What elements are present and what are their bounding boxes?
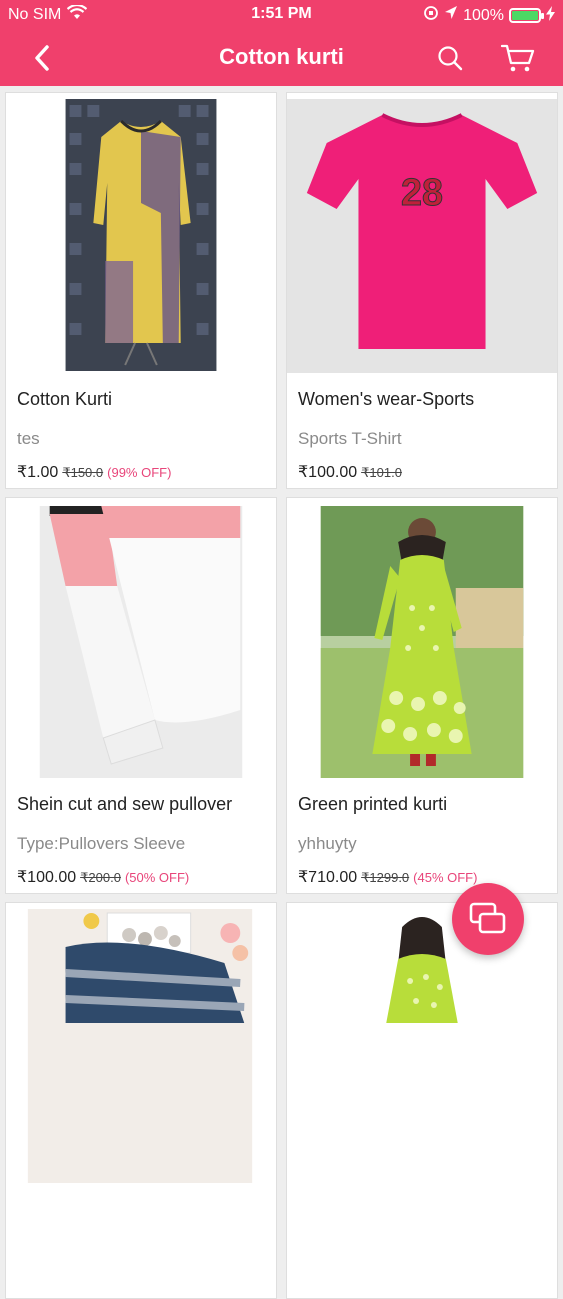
top-bar: No SIM 1:51 PM 100% Cotton kurti — [0, 0, 563, 86]
product-card[interactable]: Shein cut and sew pullover Type:Pullover… — [5, 497, 277, 894]
product-name: Women's wear-Sports — [298, 389, 475, 409]
product-image — [6, 903, 276, 1183]
product-mrp: ₹1299.0 — [361, 870, 410, 885]
back-button[interactable] — [22, 38, 62, 78]
price-row: ₹710.00 ₹1299.0 (45% OFF) — [298, 867, 477, 887]
charging-icon — [546, 5, 555, 26]
product-name: Shein cut and sew pullover — [17, 794, 233, 814]
product-mrp: ₹101.0 — [361, 465, 402, 480]
page-title: Cotton kurti — [219, 44, 344, 69]
product-price: ₹1.00 — [17, 464, 59, 481]
cart-button[interactable] — [496, 38, 540, 78]
svg-text:28: 28 — [401, 172, 443, 214]
product-price: ₹100.00 — [298, 464, 358, 481]
product-discount: (45% OFF) — [413, 870, 478, 885]
chat-fab-button[interactable] — [452, 883, 524, 955]
product-card[interactable] — [286, 902, 558, 1299]
battery-percent: 100% — [463, 6, 504, 24]
product-image — [287, 903, 557, 1183]
product-card[interactable]: Green printed kurti yhhuyty ₹710.00 ₹129… — [286, 497, 558, 894]
location-icon — [444, 5, 458, 26]
status-right: 100% — [423, 5, 555, 26]
price-row: ₹100.00 ₹200.0 (50% OFF) — [17, 867, 189, 887]
product-image — [6, 93, 276, 373]
product-card[interactable]: 28 Women's wear-Sports Sports T-Shirt ₹1… — [286, 92, 558, 489]
product-grid: Cotton Kurti tes ₹1.00 ₹150.0 (99% OFF) … — [5, 92, 558, 1299]
product-mrp: ₹200.0 — [80, 870, 121, 885]
price-row: ₹100.00 ₹101.0 — [298, 462, 406, 482]
search-button[interactable] — [430, 38, 470, 78]
product-price: ₹100.00 — [17, 869, 77, 886]
product-name: Cotton Kurti — [17, 389, 113, 409]
product-card[interactable]: Cotton Kurti tes ₹1.00 ₹150.0 (99% OFF) — [5, 92, 277, 489]
product-discount: (50% OFF) — [124, 870, 190, 885]
orientation-lock-icon — [423, 5, 439, 26]
product-mrp: ₹150.0 — [62, 465, 104, 480]
product-image — [287, 498, 557, 778]
product-card[interactable] — [5, 902, 277, 1299]
chat-bubbles-icon — [469, 902, 506, 934]
product-image: 28 — [287, 99, 557, 373]
product-subtitle: Sports T-Shirt — [298, 429, 402, 448]
cart-icon — [501, 44, 535, 72]
price-row: ₹1.00 ₹150.0 (99% OFF) — [17, 462, 171, 482]
product-subtitle: yhhuyty — [298, 834, 357, 853]
nav-bar: Cotton kurti — [0, 30, 563, 86]
product-subtitle: Type:Pullovers Sleeve — [17, 834, 186, 853]
product-price: ₹710.00 — [298, 869, 358, 886]
product-name: Green printed kurti — [298, 794, 448, 814]
status-bar: No SIM 1:51 PM 100% — [0, 0, 563, 30]
search-icon — [438, 46, 463, 71]
battery-icon — [509, 8, 544, 23]
product-discount: (99% OFF) — [107, 465, 172, 480]
product-subtitle: tes — [17, 429, 40, 448]
chevron-left-icon — [35, 45, 49, 71]
product-image — [6, 498, 276, 778]
